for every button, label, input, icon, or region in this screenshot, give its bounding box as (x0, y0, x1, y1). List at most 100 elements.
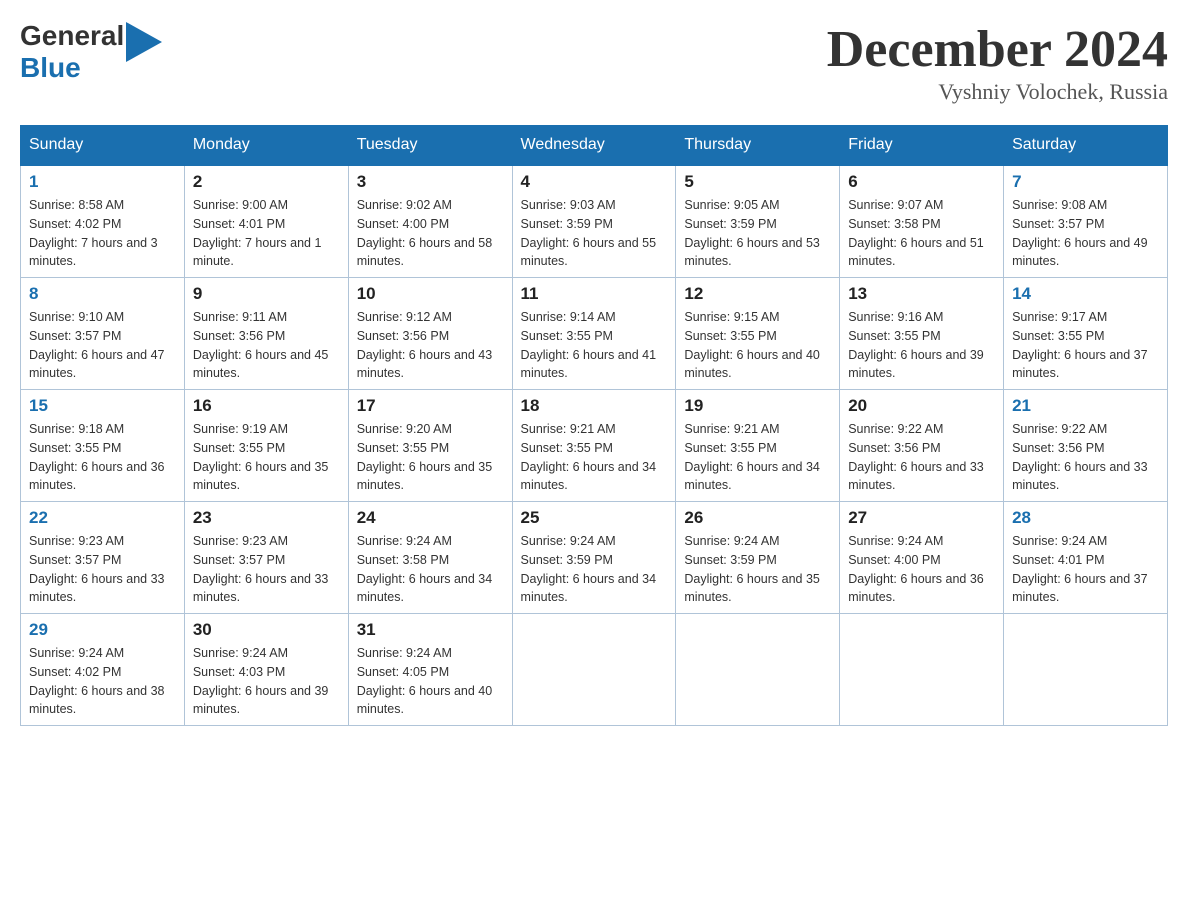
table-row: 26 Sunrise: 9:24 AM Sunset: 3:59 PM Dayl… (676, 502, 840, 614)
table-row: 9 Sunrise: 9:11 AM Sunset: 3:56 PM Dayli… (184, 278, 348, 390)
table-row: 18 Sunrise: 9:21 AM Sunset: 3:55 PM Dayl… (512, 390, 676, 502)
day-info: Sunrise: 9:07 AM Sunset: 3:58 PM Dayligh… (848, 196, 995, 271)
header-friday: Friday (840, 126, 1004, 166)
day-info: Sunrise: 9:16 AM Sunset: 3:55 PM Dayligh… (848, 308, 995, 383)
table-row: 12 Sunrise: 9:15 AM Sunset: 3:55 PM Dayl… (676, 278, 840, 390)
day-number: 8 (29, 284, 176, 304)
day-number: 15 (29, 396, 176, 416)
calendar-table: Sunday Monday Tuesday Wednesday Thursday… (20, 125, 1168, 726)
day-info: Sunrise: 9:22 AM Sunset: 3:56 PM Dayligh… (1012, 420, 1159, 495)
logo: General Blue (20, 20, 162, 84)
table-row: 2 Sunrise: 9:00 AM Sunset: 4:01 PM Dayli… (184, 165, 348, 278)
calendar-week-row: 29 Sunrise: 9:24 AM Sunset: 4:02 PM Dayl… (21, 614, 1168, 726)
table-row (1004, 614, 1168, 726)
table-row: 17 Sunrise: 9:20 AM Sunset: 3:55 PM Dayl… (348, 390, 512, 502)
day-info: Sunrise: 9:21 AM Sunset: 3:55 PM Dayligh… (684, 420, 831, 495)
day-info: Sunrise: 9:05 AM Sunset: 3:59 PM Dayligh… (684, 196, 831, 271)
header-wednesday: Wednesday (512, 126, 676, 166)
day-info: Sunrise: 9:14 AM Sunset: 3:55 PM Dayligh… (521, 308, 668, 383)
calendar-week-row: 22 Sunrise: 9:23 AM Sunset: 3:57 PM Dayl… (21, 502, 1168, 614)
day-number: 13 (848, 284, 995, 304)
day-number: 23 (193, 508, 340, 528)
day-info: Sunrise: 9:24 AM Sunset: 4:05 PM Dayligh… (357, 644, 504, 719)
day-info: Sunrise: 9:03 AM Sunset: 3:59 PM Dayligh… (521, 196, 668, 271)
table-row: 19 Sunrise: 9:21 AM Sunset: 3:55 PM Dayl… (676, 390, 840, 502)
table-row (676, 614, 840, 726)
table-row: 15 Sunrise: 9:18 AM Sunset: 3:55 PM Dayl… (21, 390, 185, 502)
day-info: Sunrise: 9:15 AM Sunset: 3:55 PM Dayligh… (684, 308, 831, 383)
day-info: Sunrise: 9:24 AM Sunset: 3:59 PM Dayligh… (684, 532, 831, 607)
day-info: Sunrise: 9:24 AM Sunset: 4:03 PM Dayligh… (193, 644, 340, 719)
calendar-header-row: Sunday Monday Tuesday Wednesday Thursday… (21, 126, 1168, 166)
day-info: Sunrise: 9:24 AM Sunset: 3:58 PM Dayligh… (357, 532, 504, 607)
day-number: 6 (848, 172, 995, 192)
day-info: Sunrise: 9:18 AM Sunset: 3:55 PM Dayligh… (29, 420, 176, 495)
day-number: 4 (521, 172, 668, 192)
table-row: 31 Sunrise: 9:24 AM Sunset: 4:05 PM Dayl… (348, 614, 512, 726)
table-row: 24 Sunrise: 9:24 AM Sunset: 3:58 PM Dayl… (348, 502, 512, 614)
table-row: 13 Sunrise: 9:16 AM Sunset: 3:55 PM Dayl… (840, 278, 1004, 390)
day-number: 25 (521, 508, 668, 528)
day-info: Sunrise: 9:20 AM Sunset: 3:55 PM Dayligh… (357, 420, 504, 495)
day-info: Sunrise: 8:58 AM Sunset: 4:02 PM Dayligh… (29, 196, 176, 271)
location-subtitle: Vyshniy Volochek, Russia (827, 79, 1168, 105)
day-number: 28 (1012, 508, 1159, 528)
table-row: 22 Sunrise: 9:23 AM Sunset: 3:57 PM Dayl… (21, 502, 185, 614)
table-row: 3 Sunrise: 9:02 AM Sunset: 4:00 PM Dayli… (348, 165, 512, 278)
table-row: 6 Sunrise: 9:07 AM Sunset: 3:58 PM Dayli… (840, 165, 1004, 278)
day-info: Sunrise: 9:02 AM Sunset: 4:00 PM Dayligh… (357, 196, 504, 271)
day-number: 5 (684, 172, 831, 192)
day-number: 22 (29, 508, 176, 528)
table-row (840, 614, 1004, 726)
table-row: 10 Sunrise: 9:12 AM Sunset: 3:56 PM Dayl… (348, 278, 512, 390)
day-info: Sunrise: 9:11 AM Sunset: 3:56 PM Dayligh… (193, 308, 340, 383)
day-number: 18 (521, 396, 668, 416)
day-number: 9 (193, 284, 340, 304)
day-info: Sunrise: 9:23 AM Sunset: 3:57 PM Dayligh… (29, 532, 176, 607)
day-number: 24 (357, 508, 504, 528)
day-number: 30 (193, 620, 340, 640)
table-row: 4 Sunrise: 9:03 AM Sunset: 3:59 PM Dayli… (512, 165, 676, 278)
calendar-week-row: 15 Sunrise: 9:18 AM Sunset: 3:55 PM Dayl… (21, 390, 1168, 502)
day-info: Sunrise: 9:17 AM Sunset: 3:55 PM Dayligh… (1012, 308, 1159, 383)
logo-text-general: General (20, 20, 124, 52)
day-info: Sunrise: 9:24 AM Sunset: 4:00 PM Dayligh… (848, 532, 995, 607)
table-row: 20 Sunrise: 9:22 AM Sunset: 3:56 PM Dayl… (840, 390, 1004, 502)
day-number: 12 (684, 284, 831, 304)
table-row: 11 Sunrise: 9:14 AM Sunset: 3:55 PM Dayl… (512, 278, 676, 390)
day-info: Sunrise: 9:10 AM Sunset: 3:57 PM Dayligh… (29, 308, 176, 383)
day-number: 20 (848, 396, 995, 416)
day-info: Sunrise: 9:08 AM Sunset: 3:57 PM Dayligh… (1012, 196, 1159, 271)
day-number: 17 (357, 396, 504, 416)
header-thursday: Thursday (676, 126, 840, 166)
day-number: 31 (357, 620, 504, 640)
page-header: General Blue December 2024 Vyshniy Voloc… (20, 20, 1168, 105)
table-row: 28 Sunrise: 9:24 AM Sunset: 4:01 PM Dayl… (1004, 502, 1168, 614)
table-row: 30 Sunrise: 9:24 AM Sunset: 4:03 PM Dayl… (184, 614, 348, 726)
table-row: 8 Sunrise: 9:10 AM Sunset: 3:57 PM Dayli… (21, 278, 185, 390)
table-row: 16 Sunrise: 9:19 AM Sunset: 3:55 PM Dayl… (184, 390, 348, 502)
table-row: 29 Sunrise: 9:24 AM Sunset: 4:02 PM Dayl… (21, 614, 185, 726)
header-monday: Monday (184, 126, 348, 166)
day-number: 21 (1012, 396, 1159, 416)
day-number: 14 (1012, 284, 1159, 304)
day-info: Sunrise: 9:24 AM Sunset: 3:59 PM Dayligh… (521, 532, 668, 607)
table-row: 21 Sunrise: 9:22 AM Sunset: 3:56 PM Dayl… (1004, 390, 1168, 502)
day-number: 19 (684, 396, 831, 416)
logo-text-blue: Blue (20, 52, 81, 84)
table-row: 5 Sunrise: 9:05 AM Sunset: 3:59 PM Dayli… (676, 165, 840, 278)
table-row: 7 Sunrise: 9:08 AM Sunset: 3:57 PM Dayli… (1004, 165, 1168, 278)
day-number: 11 (521, 284, 668, 304)
day-number: 7 (1012, 172, 1159, 192)
calendar-title: December 2024 (827, 20, 1168, 79)
table-row: 1 Sunrise: 8:58 AM Sunset: 4:02 PM Dayli… (21, 165, 185, 278)
title-section: December 2024 Vyshniy Volochek, Russia (827, 20, 1168, 105)
day-info: Sunrise: 9:00 AM Sunset: 4:01 PM Dayligh… (193, 196, 340, 271)
day-info: Sunrise: 9:12 AM Sunset: 3:56 PM Dayligh… (357, 308, 504, 383)
day-number: 16 (193, 396, 340, 416)
day-info: Sunrise: 9:23 AM Sunset: 3:57 PM Dayligh… (193, 532, 340, 607)
day-info: Sunrise: 9:21 AM Sunset: 3:55 PM Dayligh… (521, 420, 668, 495)
day-number: 3 (357, 172, 504, 192)
table-row: 14 Sunrise: 9:17 AM Sunset: 3:55 PM Dayl… (1004, 278, 1168, 390)
day-info: Sunrise: 9:24 AM Sunset: 4:02 PM Dayligh… (29, 644, 176, 719)
